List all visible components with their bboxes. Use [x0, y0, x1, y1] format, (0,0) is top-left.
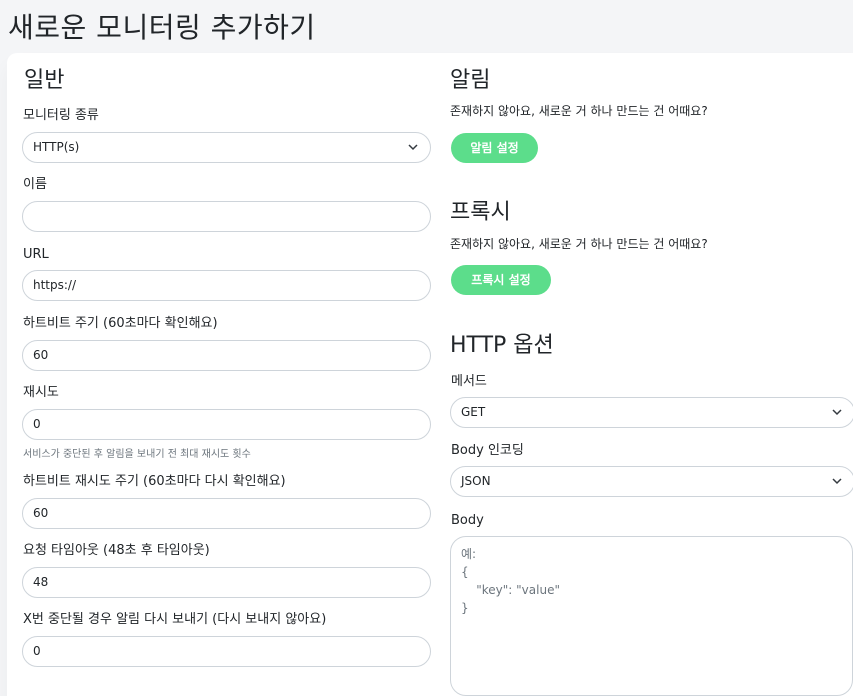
- body-encoding-value: JSON: [461, 474, 491, 488]
- general-heading: 일반: [24, 68, 65, 93]
- monitor-type-value: HTTP(s): [33, 140, 80, 154]
- proxy-setup-button[interactable]: 프록시 설정: [451, 265, 551, 295]
- chevron-down-icon: [832, 478, 842, 485]
- notification-setup-button[interactable]: 알림 설정: [451, 133, 538, 163]
- http-options-heading: HTTP 옵션: [450, 333, 554, 358]
- chevron-down-icon: [408, 144, 418, 151]
- timeout-label: 요청 타임아웃 (48초 후 타임아웃): [23, 543, 210, 558]
- monitor-type-select[interactable]: HTTP(s): [22, 132, 431, 163]
- heartbeat-interval-input[interactable]: 60: [22, 340, 431, 371]
- name-input[interactable]: [22, 201, 431, 232]
- chevron-down-icon: [832, 409, 842, 416]
- retries-label: 재시도: [23, 385, 59, 400]
- method-value: GET: [461, 405, 486, 419]
- monitor-type-label: 모니터링 종류: [23, 108, 99, 123]
- body-encoding-select[interactable]: JSON: [450, 466, 853, 497]
- notifications-heading: 알림: [450, 68, 491, 93]
- retries-input[interactable]: 0: [22, 409, 431, 440]
- name-label: 이름: [23, 177, 47, 192]
- method-select[interactable]: GET: [450, 397, 853, 428]
- retries-help-text: 서비스가 중단된 후 알림을 보내기 전 최대 재시도 횟수: [23, 449, 251, 460]
- method-label: 메서드: [451, 374, 487, 389]
- timeout-input[interactable]: 48: [22, 567, 431, 598]
- resend-input[interactable]: 0: [22, 636, 431, 667]
- body-encoding-label: Body 인코딩: [451, 443, 524, 458]
- retry-interval-input[interactable]: 60: [22, 498, 431, 529]
- proxy-empty-text: 존재하지 않아요, 새로운 거 하나 만드는 건 어때요?: [450, 237, 708, 251]
- heartbeat-interval-label: 하트비트 주기 (60초마다 확인해요): [23, 316, 218, 331]
- notifications-empty-text: 존재하지 않아요, 새로운 거 하나 만드는 건 어때요?: [450, 104, 708, 118]
- url-label: URL: [23, 247, 49, 262]
- page-title: 새로운 모니터링 추가하기: [8, 11, 316, 44]
- url-input[interactable]: https://: [22, 270, 431, 301]
- body-textarea[interactable]: 예: { "key": "value" }: [450, 536, 853, 696]
- resend-label: X번 중단될 경우 알림 다시 보내기 (다시 보내지 않아요): [23, 612, 327, 627]
- retry-interval-label: 하트비트 재시도 주기 (60초마다 다시 확인해요): [23, 474, 286, 489]
- body-label: Body: [451, 513, 484, 528]
- proxy-heading: 프록시: [450, 200, 511, 225]
